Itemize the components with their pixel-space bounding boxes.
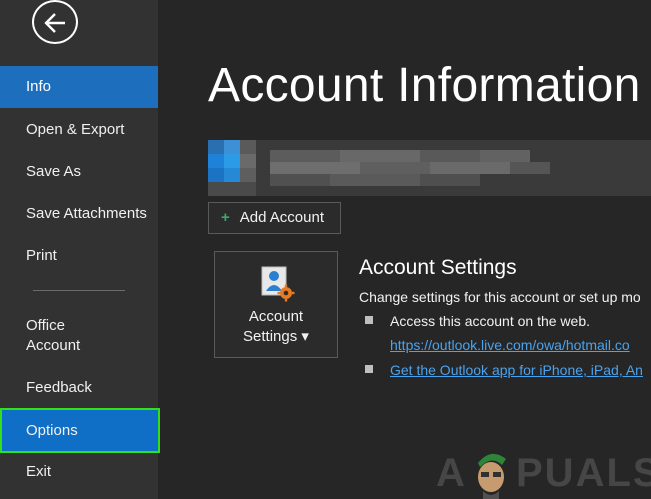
page-title: Account Information xyxy=(208,59,641,112)
outlook-app-link[interactable]: Get the Outlook app for iPhone, iPad, An xyxy=(390,362,643,378)
section-heading: Account Settings xyxy=(359,256,517,279)
sidebar-item-office-account[interactable]: Office Account xyxy=(0,315,158,359)
tile-label-line2: Settings ▾ xyxy=(243,328,309,345)
sidebar-item-open-export[interactable]: Open & Export xyxy=(0,109,158,151)
back-button[interactable] xyxy=(32,0,78,44)
watermark-text: PUALS xyxy=(516,451,651,495)
add-account-button[interactable]: + Add Account xyxy=(208,202,341,234)
bullet-text: Access this account on the web. xyxy=(390,313,590,329)
watermark-mascot-icon xyxy=(478,453,506,499)
plus-icon: + xyxy=(221,209,230,226)
sidebar-item-options[interactable]: Options xyxy=(0,408,160,453)
bullet-icon xyxy=(365,316,373,324)
sidebar-item-info[interactable]: Info xyxy=(0,66,158,108)
account-settings-icon xyxy=(261,266,295,302)
tile-label-line1: Account xyxy=(248,308,304,325)
section-description: Change settings for this account or set … xyxy=(359,289,641,305)
sidebar-item-label: Account xyxy=(26,337,81,354)
add-account-label: Add Account xyxy=(239,209,324,226)
account-avatar xyxy=(208,140,256,196)
back-arrow-icon xyxy=(44,13,65,33)
sidebar-item-save-as[interactable]: Save As xyxy=(0,151,158,193)
account-settings-button[interactable]: Account Settings ▾ xyxy=(214,251,338,358)
appuals-watermark: A PUALS xyxy=(436,445,651,499)
bullet-icon xyxy=(365,365,373,373)
watermark-letter: A xyxy=(436,451,467,495)
outlook-web-link[interactable]: https://outlook.live.com/owa/hotmail.co xyxy=(390,337,630,353)
sidebar-item-label: Office xyxy=(26,317,65,334)
account-settings-label: Account Settings ▾ xyxy=(215,307,337,347)
sidebar-item-exit[interactable]: Exit xyxy=(0,451,158,493)
sidebar-item-save-attachments[interactable]: Save Attachments xyxy=(0,193,158,235)
backstage-sidebar: Info Open & Export Save As Save Attachme… xyxy=(0,0,160,499)
sidebar-item-feedback[interactable]: Feedback xyxy=(0,367,158,409)
sidebar-divider xyxy=(33,290,125,291)
account-name-redacted xyxy=(270,150,650,186)
account-selector[interactable] xyxy=(208,140,651,196)
sidebar-item-print[interactable]: Print xyxy=(0,235,158,277)
